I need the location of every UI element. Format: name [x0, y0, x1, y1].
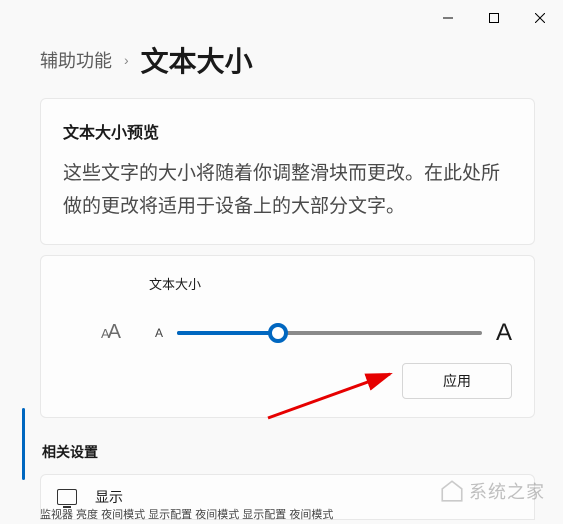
- slider-fill: [177, 331, 278, 335]
- slider-max-label: A: [496, 319, 512, 347]
- text-size-slider-card: 文本大小 AA A A 应用: [40, 255, 535, 418]
- accent-rail: [22, 408, 25, 480]
- text-size-slider[interactable]: [177, 331, 482, 335]
- preview-title: 文本大小预览: [63, 119, 512, 143]
- breadcrumb-parent[interactable]: 辅助功能: [40, 47, 112, 73]
- slider-label: 文本大小: [149, 274, 512, 293]
- window-titlebar: [0, 0, 563, 40]
- page-title: 文本大小: [141, 40, 253, 80]
- minimize-button[interactable]: [425, 2, 471, 34]
- monitor-icon: [57, 489, 77, 505]
- maximize-button[interactable]: [471, 2, 517, 34]
- close-button[interactable]: [517, 2, 563, 34]
- preview-body: 这些文字的大小将随着你调整滑块而更改。在此处所做的更改将适用于设备上的大部分文字…: [63, 157, 512, 224]
- watermark-text: 系统之家: [469, 478, 545, 504]
- breadcrumb: 辅助功能 › 文本大小: [0, 40, 563, 98]
- text-size-preview-card: 文本大小预览 这些文字的大小将随着你调整滑块而更改。在此处所做的更改将适用于设备…: [40, 98, 535, 245]
- related-settings-heading: 相关设置: [42, 442, 535, 462]
- apply-button[interactable]: 应用: [402, 363, 512, 399]
- slider-thumb[interactable]: [268, 323, 288, 343]
- slider-min-label: A: [155, 326, 163, 340]
- watermark-icon: [439, 478, 465, 504]
- watermark: 系统之家: [439, 478, 545, 504]
- text-size-icon: AA: [101, 321, 141, 344]
- chevron-right-icon: ›: [124, 52, 129, 68]
- display-label: 显示: [95, 487, 123, 507]
- footer-tags: 监视器 亮度 夜间模式 显示配置 夜间模式 显示配置 夜间模式: [40, 506, 333, 522]
